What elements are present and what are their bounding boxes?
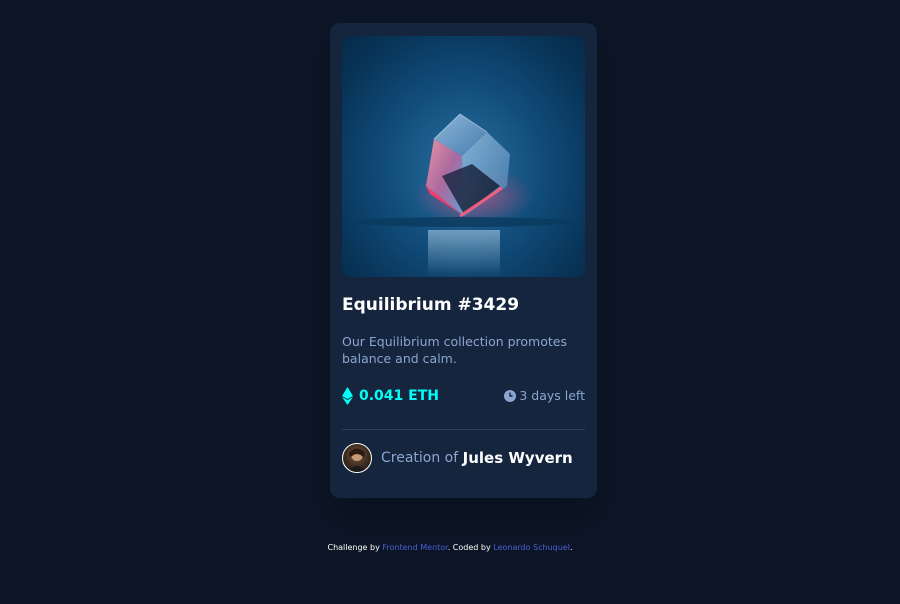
clock-icon (504, 389, 517, 402)
page: Equilibrium #3429 Our Equilibrium collec… (0, 0, 900, 604)
nft-title[interactable]: Equilibrium #3429 (342, 295, 519, 315)
challenge-prefix: Challenge by (327, 543, 383, 552)
equilibrium-cube-image (352, 113, 572, 276)
creator-avatar (342, 443, 372, 473)
creator-row: Creation of Jules Wyvern (342, 442, 573, 474)
frontend-mentor-link[interactable]: Frontend Mentor (382, 543, 447, 552)
nft-card: Equilibrium #3429 Our Equilibrium collec… (330, 23, 597, 498)
price-value: 0.041 ETH (359, 388, 439, 404)
price-row: 0.041 ETH 3 days left (342, 387, 585, 409)
nft-description: Our Equilibrium collection promotes bala… (342, 334, 567, 366)
time-remaining: 3 days left (504, 388, 585, 403)
coded-prefix: . Coded by (447, 543, 494, 552)
attribution-suffix: . (569, 543, 573, 552)
price: 0.041 ETH (342, 387, 439, 405)
creation-label: Creation of (381, 450, 463, 466)
attribution: Challenge by Frontend Mentor. Coded by L… (0, 543, 900, 552)
creator-name-link[interactable]: Jules Wyvern (463, 449, 573, 467)
nft-image[interactable] (342, 36, 585, 277)
author-link[interactable]: Leonardo Schuquel (493, 543, 570, 552)
divider (342, 429, 585, 430)
ethereum-icon (342, 387, 353, 405)
time-left-text: 3 days left (519, 388, 585, 403)
